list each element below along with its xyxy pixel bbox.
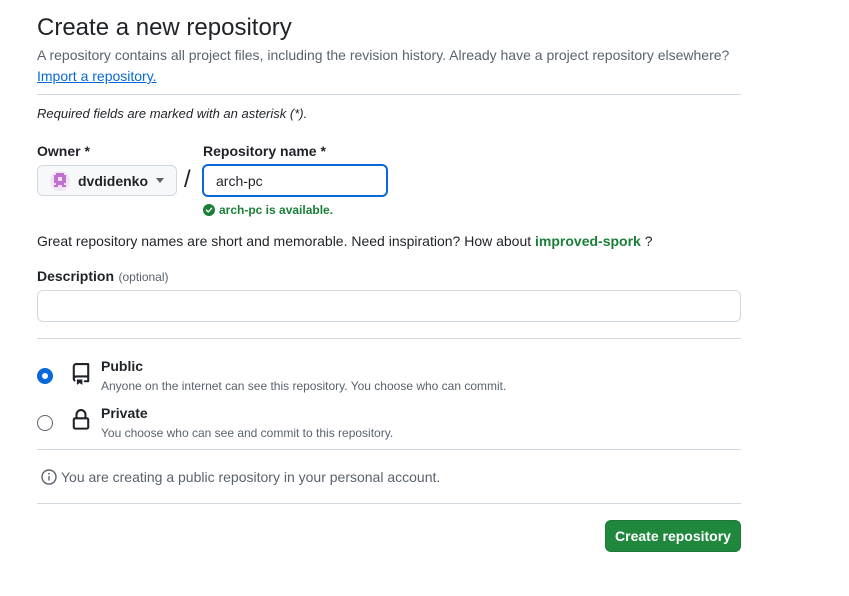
suggestion-text: Great repository names are short and mem… xyxy=(37,233,532,249)
repo-icon xyxy=(72,363,90,385)
private-radio[interactable] xyxy=(37,415,53,431)
import-repository-link[interactable]: Import a repository. xyxy=(37,68,157,84)
description-label: Description xyxy=(37,268,115,284)
suggested-name-link[interactable]: improved-spork xyxy=(535,233,641,249)
lock-icon xyxy=(72,409,90,430)
availability-message: arch-pc is available. xyxy=(203,203,333,217)
owner-label: Owner * xyxy=(37,143,90,159)
info-note-text: You are creating a public repository in … xyxy=(61,469,441,485)
description-label-row: Description (optional) xyxy=(37,268,169,286)
divider xyxy=(37,449,741,450)
divider xyxy=(37,94,741,95)
owner-name: dvdidenko xyxy=(78,172,149,189)
public-option-description: Anyone on the internet can see this repo… xyxy=(101,379,507,393)
owner-repo-separator: / xyxy=(184,166,191,193)
description-input[interactable] xyxy=(37,290,741,322)
page-title: Create a new repository xyxy=(37,14,292,41)
suggestion-line: Great repository names are short and mem… xyxy=(37,233,653,249)
divider xyxy=(37,503,741,504)
suggestion-suffix: ? xyxy=(644,233,653,249)
private-option-description: You choose who can see and commit to thi… xyxy=(101,426,394,440)
intro-text: A repository contains all project files,… xyxy=(37,47,730,63)
info-note: You are creating a public repository in … xyxy=(41,469,440,485)
avatar xyxy=(50,170,70,191)
repository-name-input[interactable] xyxy=(202,164,388,197)
private-option-title: Private xyxy=(101,405,148,421)
check-circle-fill-icon xyxy=(203,204,215,216)
triangle-down-icon xyxy=(156,178,164,183)
info-icon xyxy=(41,469,57,485)
create-repository-button[interactable]: Create repository xyxy=(605,520,741,552)
required-fields-note: Required fields are marked with an aster… xyxy=(37,106,308,121)
public-option-title: Public xyxy=(101,358,144,374)
public-radio[interactable] xyxy=(37,368,53,384)
owner-select[interactable]: dvdidenko xyxy=(37,165,177,196)
divider xyxy=(37,338,741,339)
availability-text: arch-pc is available. xyxy=(219,203,334,217)
repo-name-label: Repository name * xyxy=(203,143,326,159)
optional-hint: (optional) xyxy=(118,270,169,284)
